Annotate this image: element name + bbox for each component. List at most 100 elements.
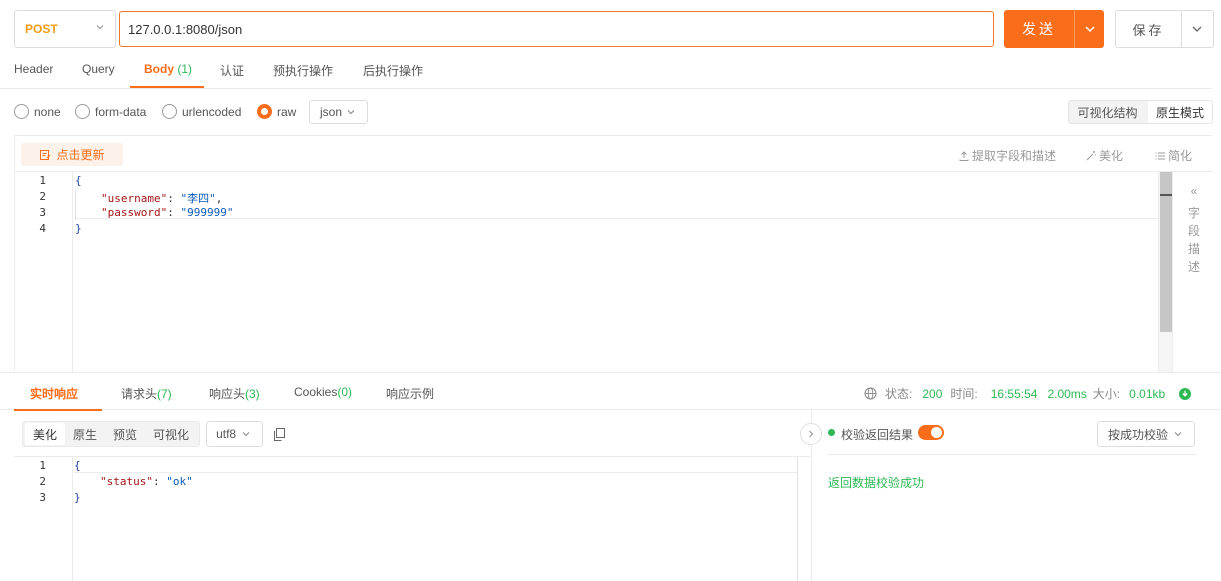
tab-body-label: Body — [144, 62, 174, 76]
toggle-knob — [931, 427, 942, 438]
tab-post-script[interactable]: 后执行操作 — [363, 62, 423, 79]
editor-toolbar: 点击更新 提取字段和描述 美化 简化 — [15, 136, 1213, 172]
simplify-button[interactable]: 简化 — [1154, 147, 1192, 164]
line-number: 2 — [39, 190, 46, 203]
collapse-panel-button[interactable] — [800, 423, 822, 445]
body-type-row: none form-data urlencoded raw json 可视化结构… — [14, 100, 1214, 124]
copy-icon[interactable] — [273, 427, 286, 441]
active-line-marker — [75, 218, 1158, 219]
tab-response-examples[interactable]: 响应示例 — [386, 385, 434, 402]
active-tab-indicator — [14, 409, 102, 411]
url-input[interactable] — [119, 11, 994, 47]
response-body-viewer[interactable]: 1 2 3 { "status": "ok" } — [14, 456, 812, 581]
encoding-select[interactable]: utf8 — [206, 421, 264, 447]
magic-wand-icon — [1086, 150, 1096, 160]
json-key: "status" — [100, 475, 153, 488]
edit-doc-icon — [40, 149, 51, 160]
format-select[interactable]: json — [309, 100, 368, 124]
extract-fields-button[interactable]: 提取字段和描述 — [958, 147, 1056, 164]
tab-auth[interactable]: 认证 — [220, 62, 244, 79]
radio-label: none — [34, 104, 61, 119]
code-editor[interactable]: 1 2 3 4 { "username": "李四", "password": … — [15, 172, 1173, 372]
request-tabs: Header Query Body (1) 认证 预执行操作 后执行操作 — [0, 52, 1212, 89]
url-bar: POST 发送 保存 — [14, 10, 1214, 48]
radio-none[interactable]: none — [14, 104, 61, 119]
download-icon — [1179, 387, 1192, 400]
tab-body[interactable]: Body (1) — [144, 62, 192, 76]
chevron-down-icon — [95, 22, 105, 32]
format-preview[interactable]: 预览 — [105, 423, 145, 445]
code-line: } — [75, 222, 82, 235]
tab-response-headers[interactable]: 响应头(3) — [209, 385, 260, 402]
line-number: 1 — [39, 459, 46, 472]
radio-circle — [14, 104, 29, 119]
radio-label: form-data — [95, 104, 147, 119]
format-select-value: json — [320, 105, 343, 119]
extract-label: 提取字段和描述 — [972, 149, 1057, 163]
active-line-marker — [74, 472, 797, 473]
json-value: "李四" — [180, 192, 216, 205]
code-line: { — [74, 459, 81, 472]
line-gutter: 1 2 3 4 — [15, 172, 73, 372]
format-visual[interactable]: 可视化 — [145, 423, 197, 445]
line-gutter: 1 2 3 — [14, 457, 73, 581]
tab-query[interactable]: Query — [82, 62, 115, 76]
tab-pre-script[interactable]: 预执行操作 — [273, 62, 333, 79]
tab-header[interactable]: Header — [14, 62, 53, 76]
verify-toggle[interactable] — [918, 425, 944, 440]
save-button[interactable]: 保存 — [1115, 10, 1182, 48]
json-key: "username" — [101, 192, 168, 205]
scrollbar-thumb[interactable] — [1160, 172, 1172, 332]
status-dot — [828, 429, 835, 436]
method-select[interactable]: POST — [14, 10, 116, 48]
refresh-label: 点击更新 — [56, 148, 105, 162]
chevron-down-icon — [347, 110, 355, 115]
send-options-button[interactable] — [1074, 10, 1104, 48]
indent-guide — [75, 190, 76, 220]
response-stats: 状态: 200 时间: 16:55:54 2.00ms 大小: 0.01kb — [864, 385, 1192, 402]
response-duration: 2.00ms — [1047, 386, 1087, 401]
chevron-down-icon — [242, 432, 250, 437]
tab-label: Cookies — [294, 385, 338, 399]
response-format-group: 美化 原生 预览 可视化 — [22, 421, 201, 447]
radio-urlencoded[interactable]: urlencoded — [162, 104, 241, 119]
code-line: { — [75, 174, 82, 187]
encoding-value: utf8 — [216, 427, 237, 441]
tab-live-response[interactable]: 实时响应 — [30, 385, 78, 402]
send-button[interactable]: 发送 — [1004, 10, 1074, 48]
field-desc-label: 字段描述 — [1187, 206, 1200, 274]
view-mode-raw[interactable]: 原生模式 — [1148, 101, 1212, 123]
tab-label: 响应头 — [209, 387, 246, 401]
tab-count: (0) — [337, 385, 353, 399]
radio-circle — [75, 104, 90, 119]
line-number: 4 — [39, 222, 46, 235]
status-code: 200 — [922, 386, 943, 401]
double-chevron-left-icon: « — [1190, 184, 1198, 198]
radio-raw[interactable]: raw — [257, 104, 296, 119]
tab-request-headers[interactable]: 请求头(7) — [121, 385, 172, 402]
radio-label: urlencoded — [182, 104, 242, 119]
view-mode-visual[interactable]: 可视化结构 — [1070, 101, 1145, 123]
tab-cookies[interactable]: Cookies(0) — [294, 385, 352, 399]
beautify-button[interactable]: 美化 — [1085, 147, 1123, 164]
chevron-down-icon — [1084, 26, 1095, 33]
refresh-button[interactable]: 点击更新 — [21, 143, 123, 166]
radio-form-data[interactable]: form-data — [75, 104, 146, 119]
verify-mode-select[interactable]: 按成功校验 — [1097, 421, 1195, 447]
verify-settings: 校验返回结果 按成功校验 — [828, 421, 1196, 455]
field-description-panel[interactable]: « 字段描述 — [1172, 172, 1213, 372]
code-line: "status": "ok" — [100, 475, 193, 488]
line-number: 3 — [39, 491, 46, 504]
size-label: 大小: — [1092, 387, 1121, 401]
format-beautify[interactable]: 美化 — [25, 423, 66, 445]
json-value: "ok" — [166, 475, 193, 488]
chevron-right-icon — [809, 430, 814, 438]
scroll-marker — [1160, 194, 1172, 196]
format-raw[interactable]: 原生 — [65, 423, 105, 445]
status-label: 状态: — [885, 387, 913, 401]
time-label: 时间: — [950, 387, 978, 401]
tab-count: (7) — [157, 387, 172, 401]
editor-scrollbar[interactable] — [1158, 172, 1172, 372]
request-body-editor: 点击更新 提取字段和描述 美化 简化 1 2 3 4 { "username":… — [14, 135, 1213, 372]
save-options-button[interactable] — [1181, 10, 1214, 48]
